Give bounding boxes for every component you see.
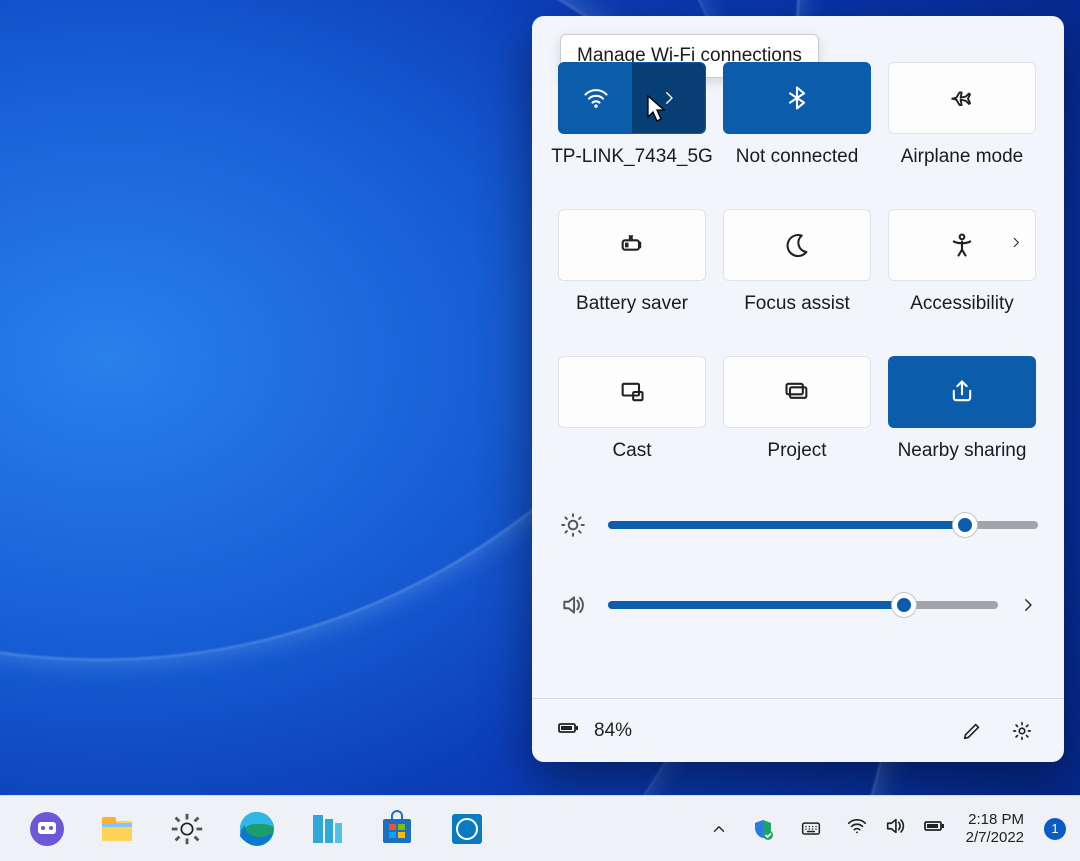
taskbar-app-explorer[interactable] [96,808,138,850]
accessibility-tile[interactable] [888,209,1036,281]
accessibility-tile-wrap: Accessibility [888,209,1036,315]
airplane-label: Airplane mode [901,146,1024,168]
accessibility-icon [948,231,976,259]
edit-button[interactable] [954,713,990,749]
share-icon [948,378,976,406]
volume-icon [558,592,588,618]
focus-assist-label: Focus assist [744,293,850,315]
cast-icon [618,378,646,406]
tray-wifi-icon [846,815,868,842]
tray-network-group[interactable] [846,814,946,843]
battery-saver-icon [618,231,646,259]
taskbar-app-office[interactable] [306,808,348,850]
bluetooth-tile-wrap: Not connected [723,62,871,168]
project-icon [783,378,811,406]
brightness-fill [608,521,965,529]
battery-saver-tile-wrap: Battery saver [558,209,706,315]
brightness-row [558,512,1038,538]
project-tile[interactable] [723,356,871,428]
bluetooth-icon [783,84,811,112]
airplane-icon [948,84,976,112]
battery-saver-label: Battery saver [576,293,688,315]
wifi-tile-wrap: TP-LINK_7434_5G [558,62,706,168]
tray-clock[interactable]: 2:18 PM 2/7/2022 [966,811,1024,847]
tray-keyboard[interactable] [796,808,826,850]
nearby-tile-wrap: Nearby sharing [888,356,1036,462]
taskbar: 2:18 PM 2/7/2022 1 [0,795,1080,861]
taskbar-app-edge[interactable] [236,808,278,850]
tray-overflow[interactable] [708,808,730,850]
battery-icon [556,716,580,745]
settings-button[interactable] [1004,713,1040,749]
mouse-cursor [647,95,669,128]
chevron-right-icon [1009,236,1023,255]
brightness-slider[interactable] [608,521,1038,529]
volume-fill [608,601,904,609]
pencil-icon [961,720,983,742]
volume-thumb[interactable] [892,593,916,617]
nearby-tile[interactable] [888,356,1036,428]
battery-text: 84% [594,720,632,742]
quick-settings-panel: Manage Wi-Fi connections TP-LINK_7434_5G [532,16,1064,762]
taskbar-app-settings[interactable] [166,808,208,850]
tray-security[interactable] [750,808,776,850]
volume-row [558,592,1038,618]
quick-settings-grid: TP-LINK_7434_5G Not connected Airplane m… [558,62,1038,462]
volume-slider[interactable] [608,601,998,609]
notification-count: 1 [1051,821,1058,836]
bluetooth-label: Not connected [736,146,859,168]
cast-label: Cast [612,440,651,462]
taskbar-app-store[interactable] [376,808,418,850]
taskbar-app-dell[interactable] [446,808,488,850]
cast-tile[interactable] [558,356,706,428]
wifi-label: TP-LINK_7434_5G [551,146,713,168]
wifi-tile[interactable] [558,62,706,134]
volume-expand[interactable] [1018,596,1038,614]
focus-assist-tile-wrap: Focus assist [723,209,871,315]
brightness-icon [558,512,588,538]
brightness-thumb[interactable] [953,513,977,537]
taskbar-right: 2:18 PM 2/7/2022 1 [708,808,1080,850]
bluetooth-tile[interactable] [723,62,871,134]
cast-tile-wrap: Cast [558,356,706,462]
taskbar-app-chat[interactable] [26,808,68,850]
taskbar-left [0,808,488,850]
wifi-toggle[interactable] [559,63,632,133]
notification-badge[interactable]: 1 [1044,818,1066,840]
airplane-tile[interactable] [888,62,1036,134]
battery-saver-tile[interactable] [558,209,706,281]
project-label: Project [767,440,826,462]
nearby-label: Nearby sharing [898,440,1027,462]
sliders-section [558,512,1038,618]
tray-time: 2:18 PM [966,811,1024,829]
moon-icon [783,231,811,259]
tray-volume-icon [884,815,906,842]
airplane-tile-wrap: Airplane mode [888,62,1036,168]
tray-date: 2/7/2022 [966,829,1024,847]
focus-assist-tile[interactable] [723,209,871,281]
accessibility-label: Accessibility [910,293,1013,315]
wifi-icon [582,84,610,112]
tray-battery-icon [922,814,946,843]
panel-footer: 84% [532,698,1064,762]
project-tile-wrap: Project [723,356,871,462]
gear-icon [1011,720,1033,742]
